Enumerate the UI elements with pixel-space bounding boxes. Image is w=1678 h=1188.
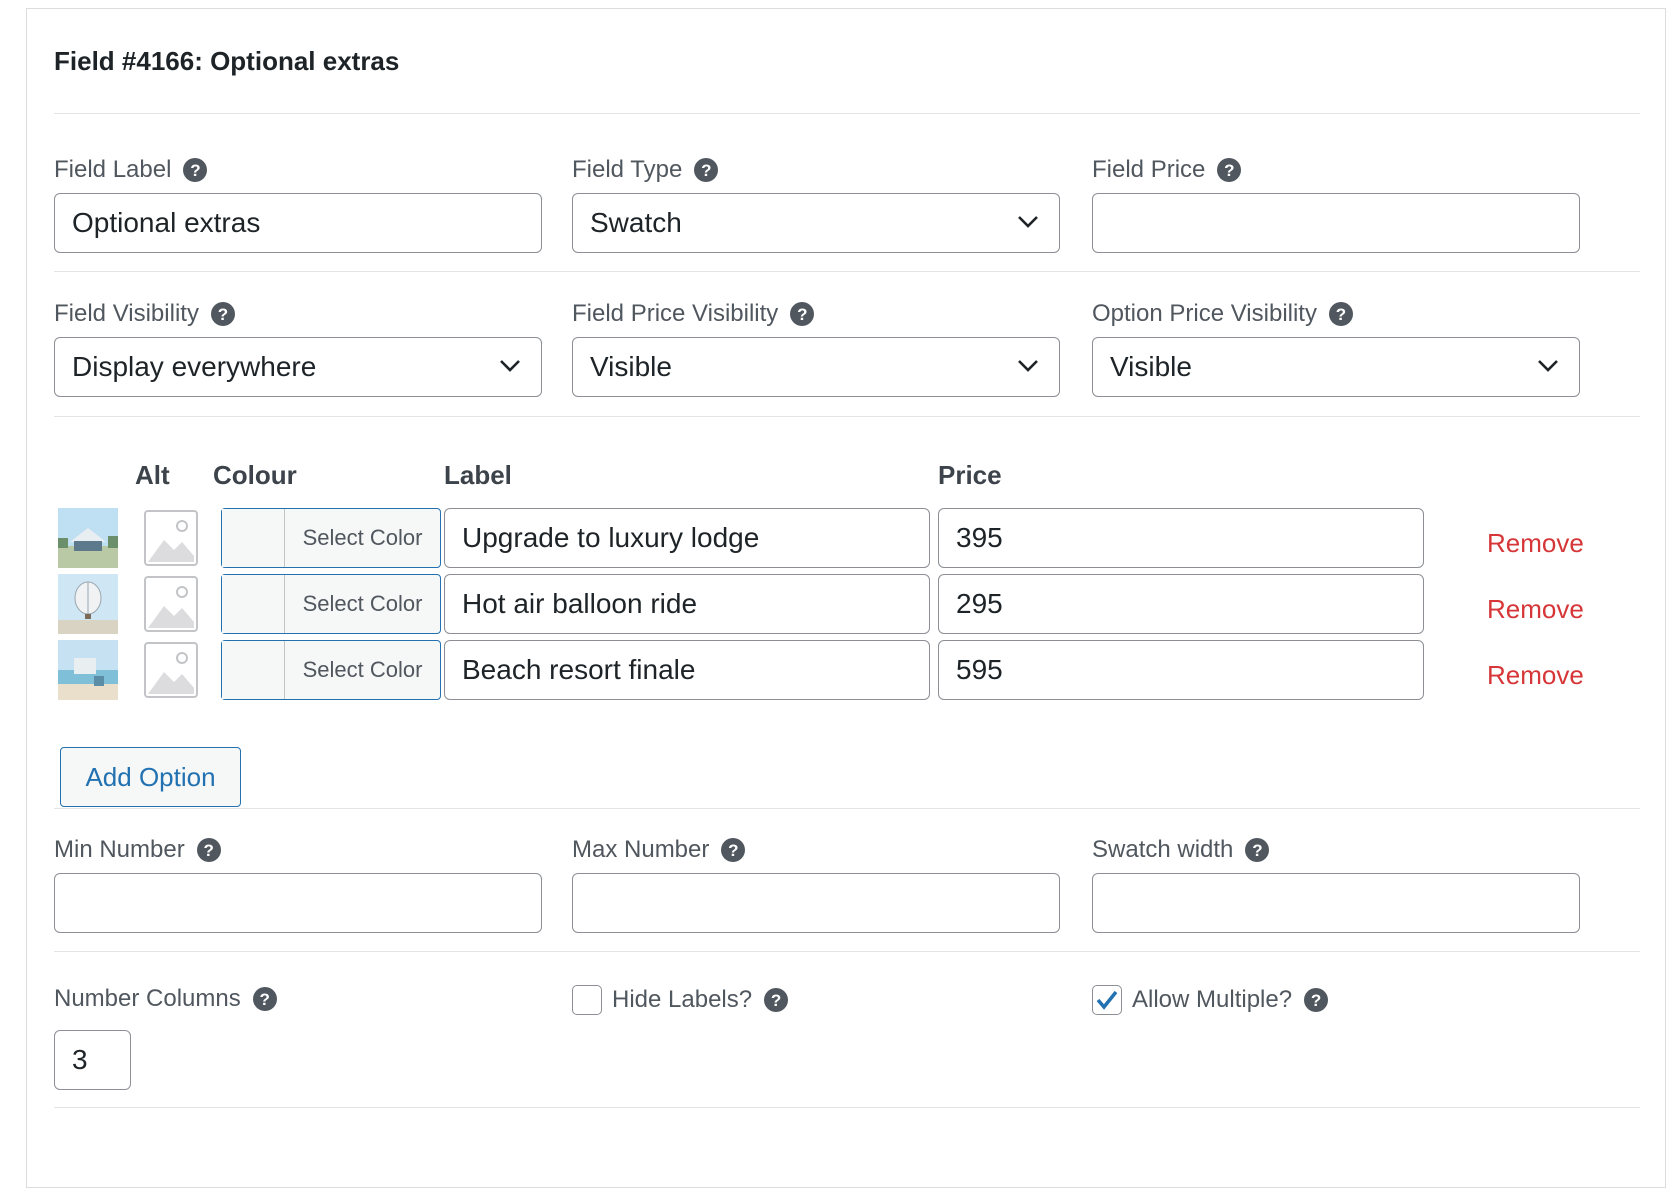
field-type-label: Field Type ? [572, 156, 719, 184]
max-number-input[interactable] [572, 873, 1060, 933]
help-icon[interactable]: ? [1245, 838, 1270, 862]
help-icon[interactable]: ? [196, 838, 221, 862]
help-icon[interactable]: ? [1328, 302, 1353, 326]
select-color-button[interactable]: Select Color [221, 508, 441, 568]
option-price-input[interactable]: 295 [938, 574, 1424, 634]
help-icon[interactable]: ? [790, 302, 815, 326]
select-color-button[interactable]: Select Color [221, 640, 441, 700]
allow-multiple-option: Allow Multiple? ? [1092, 985, 1329, 1015]
header-colour: Colour [213, 460, 297, 490]
image-placeholder-icon[interactable] [144, 642, 198, 698]
balloon-image[interactable] [58, 574, 118, 634]
min-number-input[interactable] [54, 873, 542, 933]
chevron-down-icon [1538, 360, 1558, 372]
hide-labels-option: Hide Labels? ? [572, 985, 789, 1015]
divider [54, 113, 1640, 114]
divider [54, 1107, 1640, 1108]
chevron-down-icon [500, 360, 520, 372]
divider [54, 416, 1640, 417]
lodge-image[interactable] [58, 508, 118, 568]
field-title: Field #4166: Optional extras [54, 46, 400, 76]
help-icon[interactable]: ? [183, 158, 208, 182]
checkmark-icon [1096, 990, 1118, 1010]
field-label-input[interactable]: Optional extras [54, 193, 542, 253]
image-placeholder-icon[interactable] [144, 510, 198, 566]
header-alt: Alt [135, 460, 170, 490]
field-type-select[interactable]: Swatch [572, 193, 1060, 253]
swatch-width-input[interactable] [1092, 873, 1580, 933]
help-icon[interactable]: ? [721, 838, 746, 862]
option-label-input[interactable]: Beach resort finale [444, 640, 930, 700]
field-label-label: Field Label ? [54, 156, 208, 184]
help-icon[interactable]: ? [1217, 158, 1242, 182]
min-number-label: Min Number ? [54, 836, 221, 864]
divider [54, 951, 1640, 952]
add-option-button[interactable]: Add Option [60, 747, 241, 807]
option-price-input[interactable]: 395 [938, 508, 1424, 568]
help-icon[interactable]: ? [252, 987, 277, 1011]
swatch-width-label: Swatch width ? [1092, 836, 1270, 864]
header-label: Label [444, 460, 512, 490]
select-color-button[interactable]: Select Color [221, 574, 441, 634]
remove-link[interactable]: Remove [1487, 528, 1584, 559]
divider [54, 271, 1640, 272]
field-price-input[interactable] [1092, 193, 1580, 253]
help-icon[interactable]: ? [1304, 988, 1329, 1012]
option-price-visibility-select[interactable]: Visible [1092, 337, 1580, 397]
field-price-visibility-label: Field Price Visibility ? [572, 300, 815, 328]
color-swatch [222, 509, 285, 567]
remove-link[interactable]: Remove [1487, 660, 1584, 691]
help-icon[interactable]: ? [210, 302, 235, 326]
max-number-label: Max Number ? [572, 836, 746, 864]
chevron-down-icon [1018, 216, 1038, 228]
color-swatch [222, 575, 285, 633]
option-price-visibility-label: Option Price Visibility ? [1092, 300, 1353, 328]
number-columns-input[interactable]: 3 [54, 1030, 131, 1090]
image-placeholder-icon[interactable] [144, 576, 198, 632]
color-swatch [222, 641, 285, 699]
option-price-input[interactable]: 595 [938, 640, 1424, 700]
number-columns-label: Number Columns ? [54, 985, 277, 1013]
remove-link[interactable]: Remove [1487, 594, 1584, 625]
hide-labels-checkbox[interactable] [572, 985, 602, 1015]
divider [54, 808, 1640, 809]
chevron-down-icon [1018, 360, 1038, 372]
option-label-input[interactable]: Upgrade to luxury lodge [444, 508, 930, 568]
field-price-label: Field Price ? [1092, 156, 1242, 184]
help-icon[interactable]: ? [694, 158, 719, 182]
help-icon[interactable]: ? [764, 988, 789, 1012]
field-price-visibility-select[interactable]: Visible [572, 337, 1060, 397]
field-visibility-label: Field Visibility ? [54, 300, 235, 328]
allow-multiple-checkbox[interactable] [1092, 985, 1122, 1015]
option-label-input[interactable]: Hot air balloon ride [444, 574, 930, 634]
beach-image[interactable] [58, 640, 118, 700]
field-visibility-select[interactable]: Display everywhere [54, 337, 542, 397]
header-price: Price [938, 460, 1002, 490]
